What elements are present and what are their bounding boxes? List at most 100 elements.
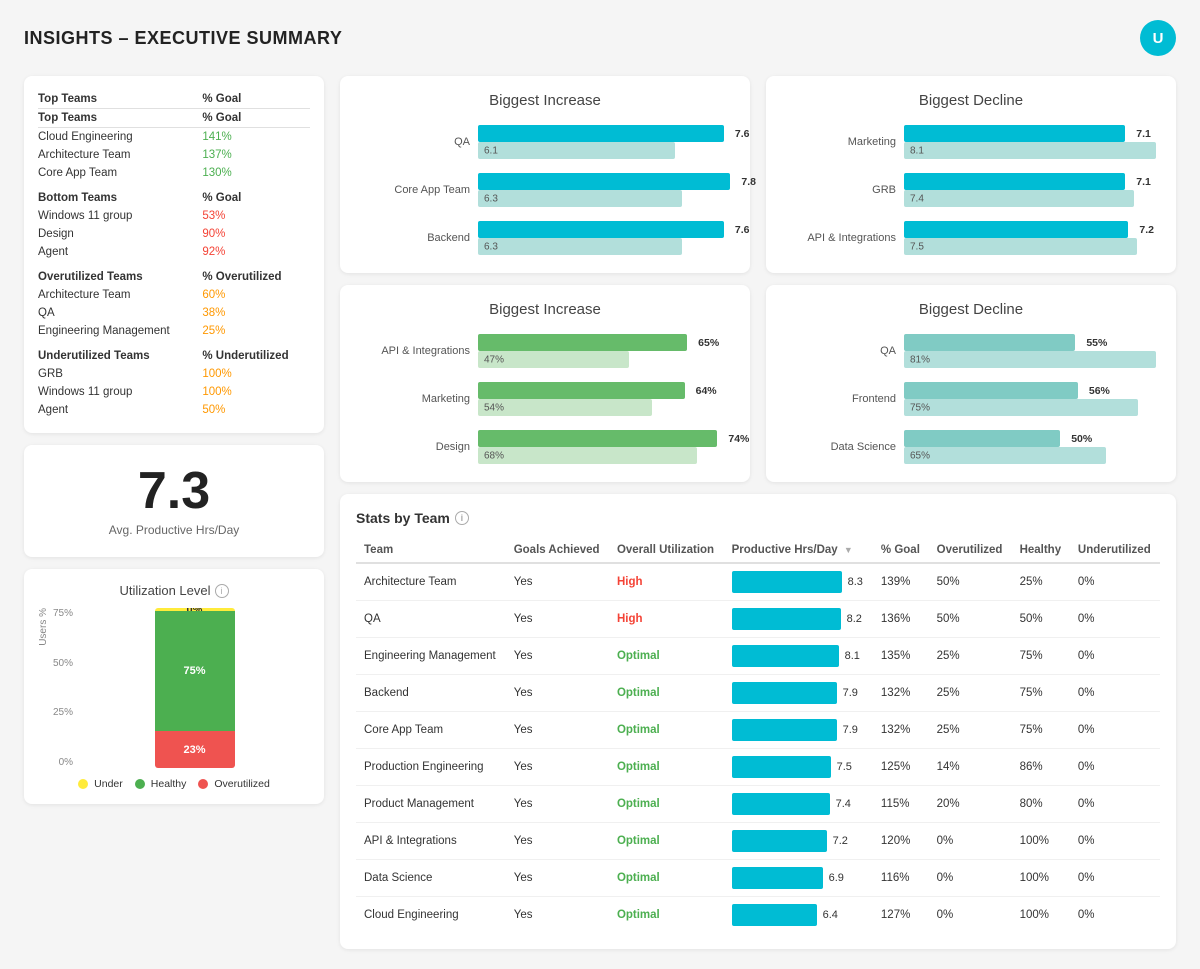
util-cell: Optimal bbox=[609, 897, 724, 934]
bar-container: 75% 56% bbox=[904, 380, 1156, 418]
bar-fg: 7.8 bbox=[478, 173, 730, 190]
team-name: Architecture Team bbox=[38, 286, 202, 304]
bar-fg: 7.1 bbox=[904, 173, 1125, 190]
prod-bar bbox=[732, 756, 831, 778]
overutil-cell: 50% bbox=[929, 563, 1012, 601]
bar-row: Data Science 65% 50% bbox=[786, 428, 1156, 466]
underutil-cell: 0% bbox=[1070, 823, 1160, 860]
bar-label: Design bbox=[360, 441, 470, 453]
goals-cell: Yes bbox=[506, 860, 609, 897]
util-title: Utilization Level i bbox=[38, 583, 310, 598]
team-pct: 137% bbox=[202, 146, 310, 164]
main-grid: Top Teams % Goal Top Teams% GoalCloud En… bbox=[24, 76, 1176, 949]
underutil-cell: 0% bbox=[1070, 712, 1160, 749]
stats-column-header[interactable]: Productive Hrs/Day ▼ bbox=[724, 538, 873, 563]
user-avatar[interactable]: U bbox=[1140, 20, 1176, 56]
team-pct: 38% bbox=[202, 304, 310, 322]
stats-column-header: Team bbox=[356, 538, 506, 563]
stats-info-icon[interactable]: i bbox=[455, 511, 469, 525]
underutil-cell: 0% bbox=[1070, 675, 1160, 712]
healthy-cell: 75% bbox=[1012, 675, 1070, 712]
util-chart-area: Users % 75% 50% 25% 0% 23%75%0% bbox=[38, 608, 310, 768]
bar-fg: 7.2 bbox=[904, 221, 1128, 238]
overutil-cell: 50% bbox=[929, 601, 1012, 638]
team-name: GRB bbox=[38, 365, 202, 383]
pct-goal-cell: 120% bbox=[873, 823, 929, 860]
pct-goal-cell: 127% bbox=[873, 897, 929, 934]
team-name: Design bbox=[38, 225, 202, 243]
bar-label: QA bbox=[786, 345, 896, 357]
team-pct: 92% bbox=[202, 243, 310, 261]
goals-cell: Yes bbox=[506, 563, 609, 601]
bar-row: Backend 6.3 7.6 bbox=[360, 219, 730, 257]
healthy-cell: 75% bbox=[1012, 638, 1070, 675]
legend-item: Under bbox=[78, 778, 123, 790]
pct-goal-cell: 132% bbox=[873, 675, 929, 712]
bar-fg: 65% bbox=[478, 334, 687, 351]
top-teams-pct-col: % Goal bbox=[202, 109, 310, 128]
sort-icon: ▼ bbox=[844, 545, 853, 555]
stats-row: Backend Yes Optimal 7.9 132% 25% 75% 0% bbox=[356, 675, 1160, 712]
bar-label: API & Integrations bbox=[360, 345, 470, 357]
hrs-cell: 6.4 bbox=[724, 897, 873, 934]
bar-bg: 47% bbox=[478, 351, 629, 368]
stats-card: Stats by Team i TeamGoals AchievedOveral… bbox=[340, 494, 1176, 949]
biggest-decline-goals-title: Biggest Decline bbox=[786, 92, 1156, 109]
legend-label: Healthy bbox=[151, 778, 187, 790]
bar-row: GRB 7.4 7.1 bbox=[786, 171, 1156, 209]
legend-dot bbox=[78, 779, 88, 789]
hrs-cell: 7.2 bbox=[724, 823, 873, 860]
bar-bg: 6.1 bbox=[478, 142, 675, 159]
stats-row: Production Engineering Yes Optimal 7.5 1… bbox=[356, 749, 1160, 786]
bar-label: API & Integrations bbox=[786, 232, 896, 244]
legend-label: Under bbox=[94, 778, 123, 790]
stats-row: Cloud Engineering Yes Optimal 6.4 127% 0… bbox=[356, 897, 1160, 934]
team-pct: 25% bbox=[202, 322, 310, 340]
decline-util-chart: QA 81% 55% Frontend 75% 56% Data Scien bbox=[786, 332, 1156, 466]
pct-goal-cell: 135% bbox=[873, 638, 929, 675]
hrs-cell: 8.1 bbox=[724, 638, 873, 675]
underutil-cell: 0% bbox=[1070, 860, 1160, 897]
stats-column-header: Underutilized bbox=[1070, 538, 1160, 563]
bar-fg: 64% bbox=[478, 382, 685, 399]
info-icon[interactable]: i bbox=[215, 584, 229, 598]
teams-card: Top Teams % Goal Top Teams% GoalCloud En… bbox=[24, 76, 324, 433]
prod-bar bbox=[732, 793, 830, 815]
bar-fg: 50% bbox=[904, 430, 1060, 447]
team-cell: Cloud Engineering bbox=[356, 897, 506, 934]
team-pct: 130% bbox=[202, 164, 310, 182]
bar-container: 6.1 7.6 bbox=[478, 123, 730, 161]
bar-container: 81% 55% bbox=[904, 332, 1156, 370]
util-cell: Optimal bbox=[609, 749, 724, 786]
pct-goal-cell: 136% bbox=[873, 601, 929, 638]
biggest-increase-goals-title: Biggest Increase bbox=[360, 92, 730, 109]
overutil-cell: 20% bbox=[929, 786, 1012, 823]
legend-label: Overutilized bbox=[214, 778, 269, 790]
section-header: Overutilized Teams bbox=[38, 261, 202, 286]
util-cell: Optimal bbox=[609, 638, 724, 675]
avg-label: Avg. Productive Hrs/Day bbox=[38, 523, 310, 537]
team-cell: QA bbox=[356, 601, 506, 638]
team-name: Engineering Management bbox=[38, 322, 202, 340]
biggest-decline-goals-card: Biggest Decline Marketing 8.1 7.1 GRB 7.… bbox=[766, 76, 1176, 273]
bar-fg: 7.1 bbox=[904, 125, 1125, 142]
bar-row: Frontend 75% 56% bbox=[786, 380, 1156, 418]
team-pct: 60% bbox=[202, 286, 310, 304]
stats-column-header: Goals Achieved bbox=[506, 538, 609, 563]
utilization-card: Utilization Level i Users % 75% 50% 25% … bbox=[24, 569, 324, 804]
bar-row: Marketing 54% 64% bbox=[360, 380, 730, 418]
hrs-cell: 7.5 bbox=[724, 749, 873, 786]
healthy-cell: 100% bbox=[1012, 860, 1070, 897]
stats-row: Core App Team Yes Optimal 7.9 132% 25% 7… bbox=[356, 712, 1160, 749]
goals-cell: Yes bbox=[506, 749, 609, 786]
prod-bar bbox=[732, 645, 839, 667]
goals-cell: Yes bbox=[506, 823, 609, 860]
team-name: Windows 11 group bbox=[38, 207, 202, 225]
util-cell: High bbox=[609, 601, 724, 638]
bar-container: 6.3 7.6 bbox=[478, 219, 730, 257]
team-cell: Data Science bbox=[356, 860, 506, 897]
stats-row: Architecture Team Yes High 8.3 139% 50% … bbox=[356, 563, 1160, 601]
stats-row: QA Yes High 8.2 136% 50% 50% 0% bbox=[356, 601, 1160, 638]
team-cell: Product Management bbox=[356, 786, 506, 823]
page: INSIGHTS – EXECUTIVE SUMMARY U Top Teams… bbox=[0, 0, 1200, 969]
